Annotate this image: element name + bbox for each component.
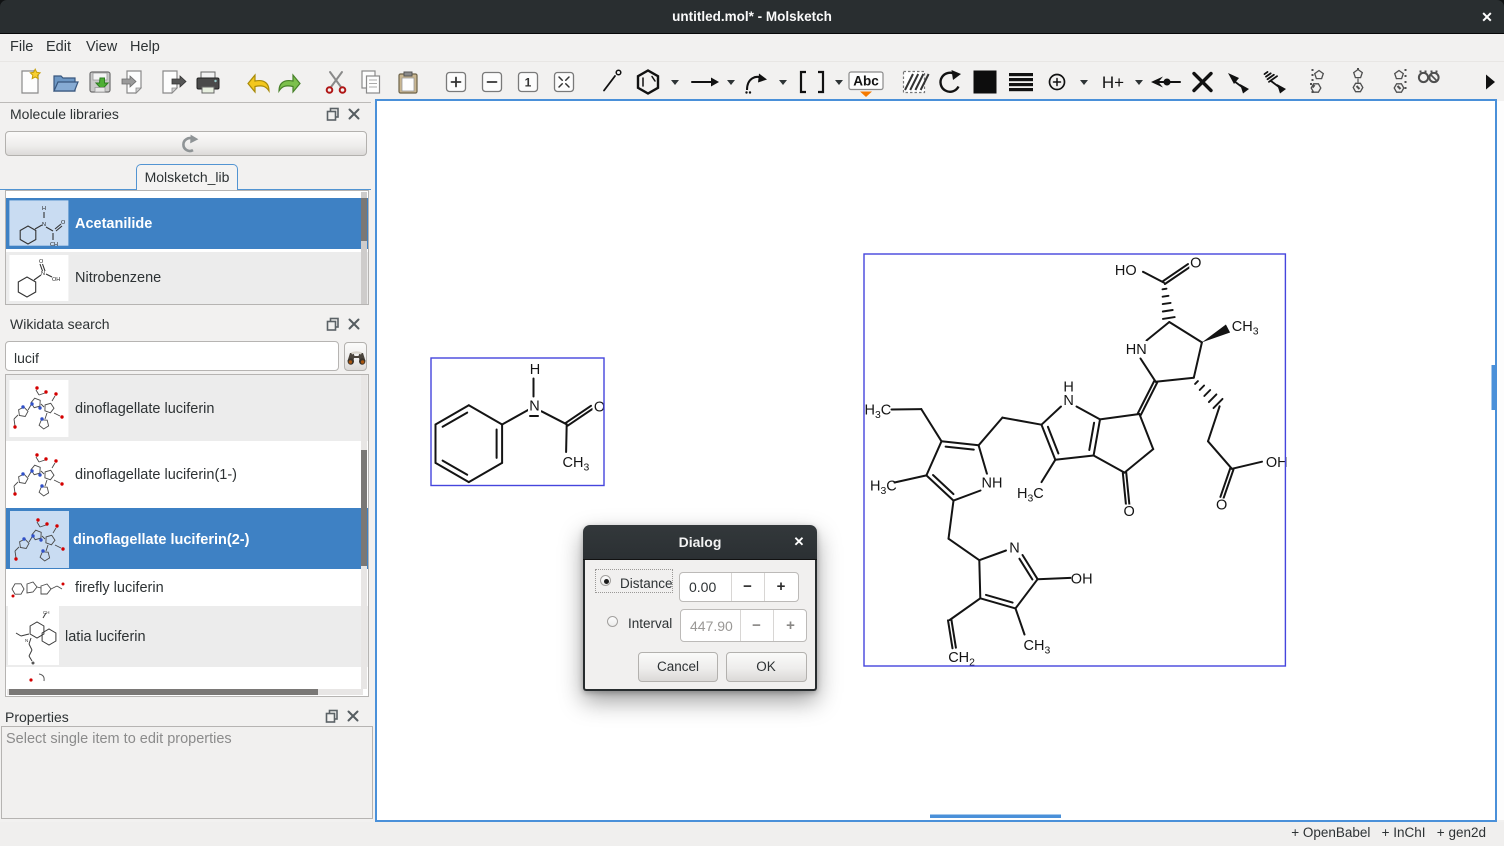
svg-text:OH: OH xyxy=(1266,455,1288,471)
svg-text:CH3: CH3 xyxy=(1232,319,1259,338)
svg-text:OH: OH xyxy=(52,277,60,283)
svg-text:N: N xyxy=(529,399,539,415)
svg-text:O: O xyxy=(1190,256,1201,272)
svg-text:N: N xyxy=(25,638,28,643)
svg-text:N: N xyxy=(1063,393,1073,409)
svg-text:O: O xyxy=(39,259,44,265)
svg-text:HN: HN xyxy=(1126,342,1147,358)
svg-text:OH: OH xyxy=(1071,572,1093,588)
svg-text:H+: H+ xyxy=(1102,73,1124,92)
svg-text:NH: NH xyxy=(982,476,1003,492)
svg-text:H3C: H3C xyxy=(1017,486,1044,505)
svg-text:H: H xyxy=(530,362,540,378)
svg-text:H3C: H3C xyxy=(865,403,892,422)
svg-text:HO: HO xyxy=(1115,263,1137,279)
svg-text:CH3: CH3 xyxy=(563,455,590,474)
svg-text:O: O xyxy=(1216,498,1227,514)
svg-text:O: O xyxy=(61,220,66,226)
svg-text:CH3: CH3 xyxy=(1024,638,1051,657)
svg-text:H3C: H3C xyxy=(870,479,897,498)
svg-text:N: N xyxy=(42,222,46,228)
svg-text:CH: CH xyxy=(50,242,58,248)
svg-text:Abc: Abc xyxy=(853,74,879,89)
svg-text:N: N xyxy=(1009,541,1019,557)
svg-text:O: O xyxy=(1124,504,1135,520)
svg-text:N: N xyxy=(41,271,45,277)
svg-text:H: H xyxy=(42,206,46,212)
svg-text:CH: CH xyxy=(43,610,50,615)
svg-text:1: 1 xyxy=(525,76,532,90)
